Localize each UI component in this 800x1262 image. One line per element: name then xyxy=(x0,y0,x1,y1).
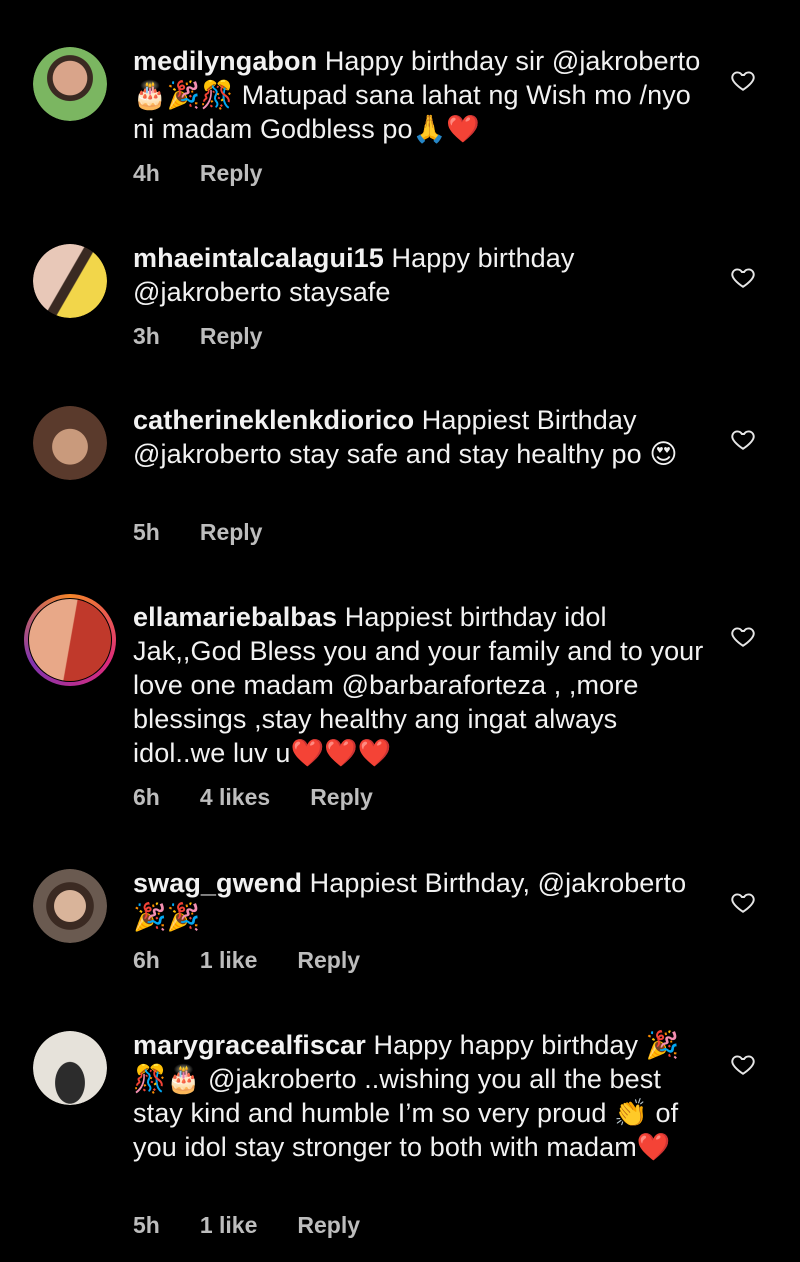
comment-username[interactable]: mhaeintalcalagui15 xyxy=(133,243,384,273)
avatar-photo xyxy=(33,47,107,121)
heart-icon[interactable] xyxy=(730,889,756,915)
comment-meta: 3h Reply xyxy=(133,323,302,350)
likes-count[interactable]: 1 like xyxy=(200,947,258,974)
likes-count[interactable]: 4 likes xyxy=(200,784,270,811)
avatar[interactable] xyxy=(33,1031,107,1105)
avatar-photo xyxy=(29,599,111,681)
comment-time: 5h xyxy=(133,1212,160,1238)
comment-text: mhaeintalcalagui15 Happy birthday @jakro… xyxy=(133,241,713,309)
comment-username[interactable]: catherineklenkdiorico xyxy=(133,405,414,435)
comment-text: ellamariebalbas Happiest birthday idol J… xyxy=(133,600,713,770)
comment-time: 6h xyxy=(133,784,160,810)
comment-time: 6h xyxy=(133,947,160,973)
heart-icon[interactable] xyxy=(730,623,756,649)
comment-username[interactable]: swag_gwend xyxy=(133,868,302,898)
heart-icon[interactable] xyxy=(730,67,756,93)
avatar[interactable] xyxy=(33,244,107,318)
heart-icon[interactable] xyxy=(730,264,756,290)
avatar[interactable] xyxy=(24,594,116,686)
avatar-photo xyxy=(33,869,107,943)
comment-username[interactable]: marygracealfiscar xyxy=(133,1030,366,1060)
reply-button[interactable]: Reply xyxy=(297,1212,360,1239)
likes-count[interactable]: 1 like xyxy=(200,1212,258,1239)
avatar-photo xyxy=(33,406,107,480)
comment-meta: 6h 4 likes Reply xyxy=(133,784,413,811)
reply-button[interactable]: Reply xyxy=(310,784,373,811)
avatar[interactable] xyxy=(33,406,107,480)
avatar[interactable] xyxy=(33,869,107,943)
comment-text: catherineklenkdiorico Happiest Birthday … xyxy=(133,403,713,471)
comment-time: 3h xyxy=(133,323,160,349)
heart-icon[interactable] xyxy=(730,1051,756,1077)
avatar-photo xyxy=(33,244,107,318)
avatar-photo xyxy=(33,1031,107,1105)
comment-meta: 5h 1 like Reply xyxy=(133,1212,400,1239)
comment-time: 4h xyxy=(133,160,160,186)
comment-time: 5h xyxy=(133,519,160,545)
avatar[interactable] xyxy=(33,47,107,121)
reply-button[interactable]: Reply xyxy=(200,160,263,187)
comment-text: swag_gwend Happiest Birthday, @jakrobert… xyxy=(133,866,713,934)
comment-text: medilyngabon Happy birthday sir @jakrobe… xyxy=(133,44,713,146)
reply-button[interactable]: Reply xyxy=(200,519,263,546)
comment-meta: 6h 1 like Reply xyxy=(133,947,400,974)
comment-username[interactable]: medilyngabon xyxy=(133,46,317,76)
heart-icon[interactable] xyxy=(730,426,756,452)
reply-button[interactable]: Reply xyxy=(297,947,360,974)
comment-username[interactable]: ellamariebalbas xyxy=(133,602,337,632)
comment-meta: 5h Reply xyxy=(133,519,302,546)
reply-button[interactable]: Reply xyxy=(200,323,263,350)
comment-meta: 4h Reply xyxy=(133,160,302,187)
comment-text: marygracealfiscar Happy happy birthday 🎉… xyxy=(133,1028,713,1164)
